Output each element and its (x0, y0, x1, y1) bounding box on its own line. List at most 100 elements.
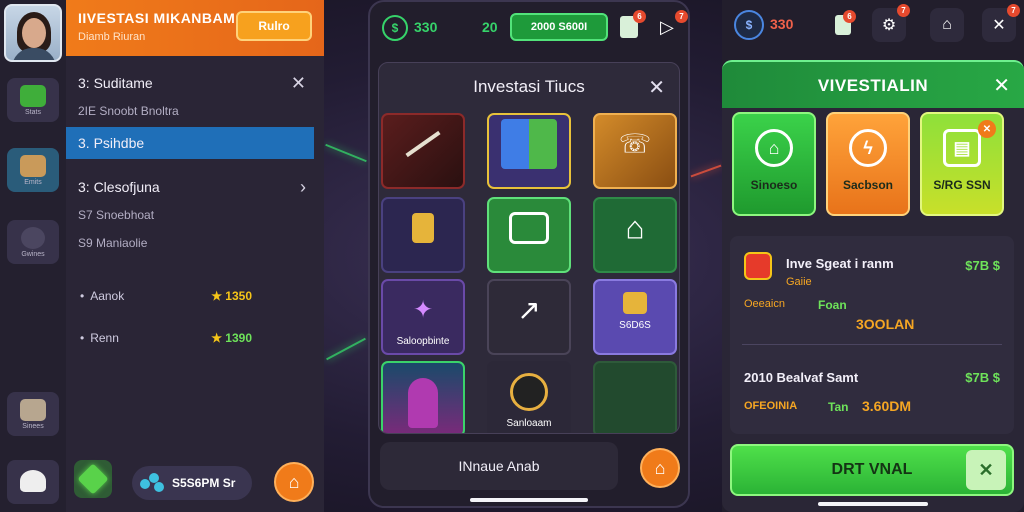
phone-icon: ☏ (618, 128, 652, 159)
notification-badge: 6 (843, 10, 856, 23)
coin-value: 330 (414, 19, 438, 35)
gem-button[interactable] (74, 460, 112, 498)
left-sidebar: Stats Emits Gwines Sinees (0, 0, 66, 512)
shop-button[interactable]: ⌂ (640, 448, 680, 488)
gear-icon: ⚙ (881, 17, 897, 34)
close-icon[interactable]: ✕ (648, 75, 665, 100)
tile-planet[interactable]: Sanloaam (487, 361, 571, 433)
glow-line (325, 143, 367, 163)
tile-cursor[interactable]: ↗ (487, 279, 571, 355)
entry-value: $7B $ (965, 370, 1000, 385)
option-label: S/RG SSN (933, 178, 991, 192)
sidebar-btn-stats[interactable]: Stats (7, 78, 59, 122)
close-icon: ✕ (992, 17, 1006, 34)
tile-money[interactable] (487, 197, 571, 273)
modal-title: VIVESTIALIN (817, 76, 929, 95)
option-card[interactable]: ϟ Sacbson (826, 112, 910, 216)
tile-sword[interactable] (381, 113, 465, 189)
close-icon[interactable]: ✕ (993, 73, 1010, 98)
chevron-right-icon[interactable]: › (300, 177, 306, 198)
skull-icon (21, 226, 45, 249)
confirm-icon[interactable]: ✕ (966, 450, 1006, 490)
menu-item-label: 2IE Snoobt Bnoltra (78, 104, 179, 118)
menu-footer: S5S6PM Sr ⌂ (66, 452, 324, 512)
tile-label: Sanloaam (506, 418, 552, 429)
entry-sub-mid: Foan (818, 298, 847, 312)
menu-item[interactable]: S7 Snoebhoat (66, 200, 324, 230)
play-icon[interactable]: ▷ 7 (660, 10, 688, 38)
cat-icon (20, 470, 46, 492)
sidebar-btn-label: Sinees (22, 422, 44, 430)
menu-item[interactable]: 2IE Snoobt Bnoltra (66, 96, 324, 126)
close-badge-icon[interactable]: ✕ (978, 120, 996, 138)
shop-button[interactable]: ⌂ (274, 462, 314, 502)
avatar[interactable] (4, 4, 62, 62)
entry-sub: OFEOINIA (744, 400, 798, 412)
tile-mixed[interactable] (487, 113, 571, 189)
footer-button[interactable]: INnaue Anab (380, 442, 618, 490)
reward-value: ★ 1350 (211, 289, 252, 303)
sidebar-btn-sinees[interactable]: Sinees (7, 392, 59, 436)
entry-sub: Oeeaicn (744, 298, 785, 310)
menu-item-label: S7 Snoebhoat (78, 208, 155, 222)
home-badge-icon: ⌂ (755, 129, 793, 167)
menu-item[interactable]: 3: Suditame ✕ (66, 68, 324, 98)
header-action-button[interactable]: Rulro (236, 11, 312, 41)
reward-label: Aanok (90, 289, 125, 303)
star-icon: ★ (211, 331, 226, 345)
notification-badge: 7 (1007, 4, 1020, 17)
planet-icon (510, 372, 548, 411)
menu-item[interactable]: S9 Maniaolie (66, 228, 324, 258)
tile-label: Saloopbinte (396, 336, 450, 347)
reward-row[interactable]: • Aanok ★ 1350 (80, 285, 310, 307)
menu-item[interactable]: 3: Clesofjuna › (66, 172, 324, 202)
tile-purple[interactable]: S6D6S (593, 279, 677, 355)
clipboard-icon[interactable]: 6 (620, 10, 646, 38)
home-button[interactable]: ⌂ (930, 8, 964, 42)
tile-phone[interactable]: ☏ (593, 113, 677, 189)
sidebar-btn-label: Stats (25, 108, 41, 116)
coin-stack-icon (623, 291, 647, 314)
entry-value: $7B $ (965, 258, 1000, 273)
collage-icon (501, 118, 557, 169)
glow-line (690, 164, 722, 178)
invest-button-label: DRT VNAL (831, 461, 913, 478)
tile-upgrade[interactable]: ⌂ (593, 197, 677, 273)
settings-button[interactable]: ⚙ 7 (872, 4, 910, 42)
shop-icon: ⌂ (288, 471, 300, 492)
tile-character[interactable] (381, 361, 465, 433)
balance-pill[interactable]: 2000 S600I (510, 13, 608, 41)
money-stack-icon (20, 84, 46, 107)
close-button[interactable]: ✕ 7 (982, 4, 1020, 42)
sidebar-btn-emits[interactable]: Emits (7, 148, 59, 192)
sword-icon (405, 130, 441, 157)
tile-magic[interactable]: ✦ Saloopbinte (381, 279, 465, 355)
notification-badge: 6 (633, 10, 646, 23)
gem-icon (77, 463, 109, 495)
menu-header: IIVESTASI MIKANBAM Diamb Riuran Rulro (66, 0, 324, 56)
menu-panel: IIVESTASI MIKANBAM Diamb Riuran Rulro 3:… (66, 0, 324, 512)
character-icon (408, 377, 438, 428)
close-icon[interactable]: ✕ (291, 73, 306, 94)
option-card[interactable]: ⌂ Sinoeso (732, 112, 816, 216)
option-card[interactable]: ▤ S/RG SSN ✕ (920, 112, 1004, 216)
home-indicator (818, 502, 928, 506)
home-icon: ⌂ (942, 16, 952, 33)
shop-icon: ⌂ (654, 457, 666, 478)
modal-header: VIVESTIALIN ✕ (722, 60, 1024, 108)
menu-item-label: 3. Psihdbe (78, 135, 145, 151)
tile-lock[interactable] (381, 197, 465, 273)
lock-icon (412, 212, 434, 243)
entry-title: 2010 Bealvaf Samt (744, 370, 859, 385)
tile-empty[interactable] (593, 361, 677, 433)
sidebar-btn-cat[interactable] (7, 460, 59, 504)
currency-pill[interactable]: S5S6PM Sr (132, 466, 252, 500)
reward-row[interactable]: • Renn ★ 1390 (80, 327, 310, 349)
invest-button[interactable]: DRT VNAL ✕ (730, 444, 1014, 496)
money-icon (509, 211, 549, 244)
sidebar-btn-gwines[interactable]: Gwines (7, 220, 59, 264)
entry-amount: 3.60DM (862, 398, 912, 414)
sparkle-icon: ✦ (412, 296, 434, 324)
menu-item-selected[interactable]: 3. Psihdbe (66, 127, 314, 159)
clipboard-button[interactable]: 6 (826, 8, 860, 42)
